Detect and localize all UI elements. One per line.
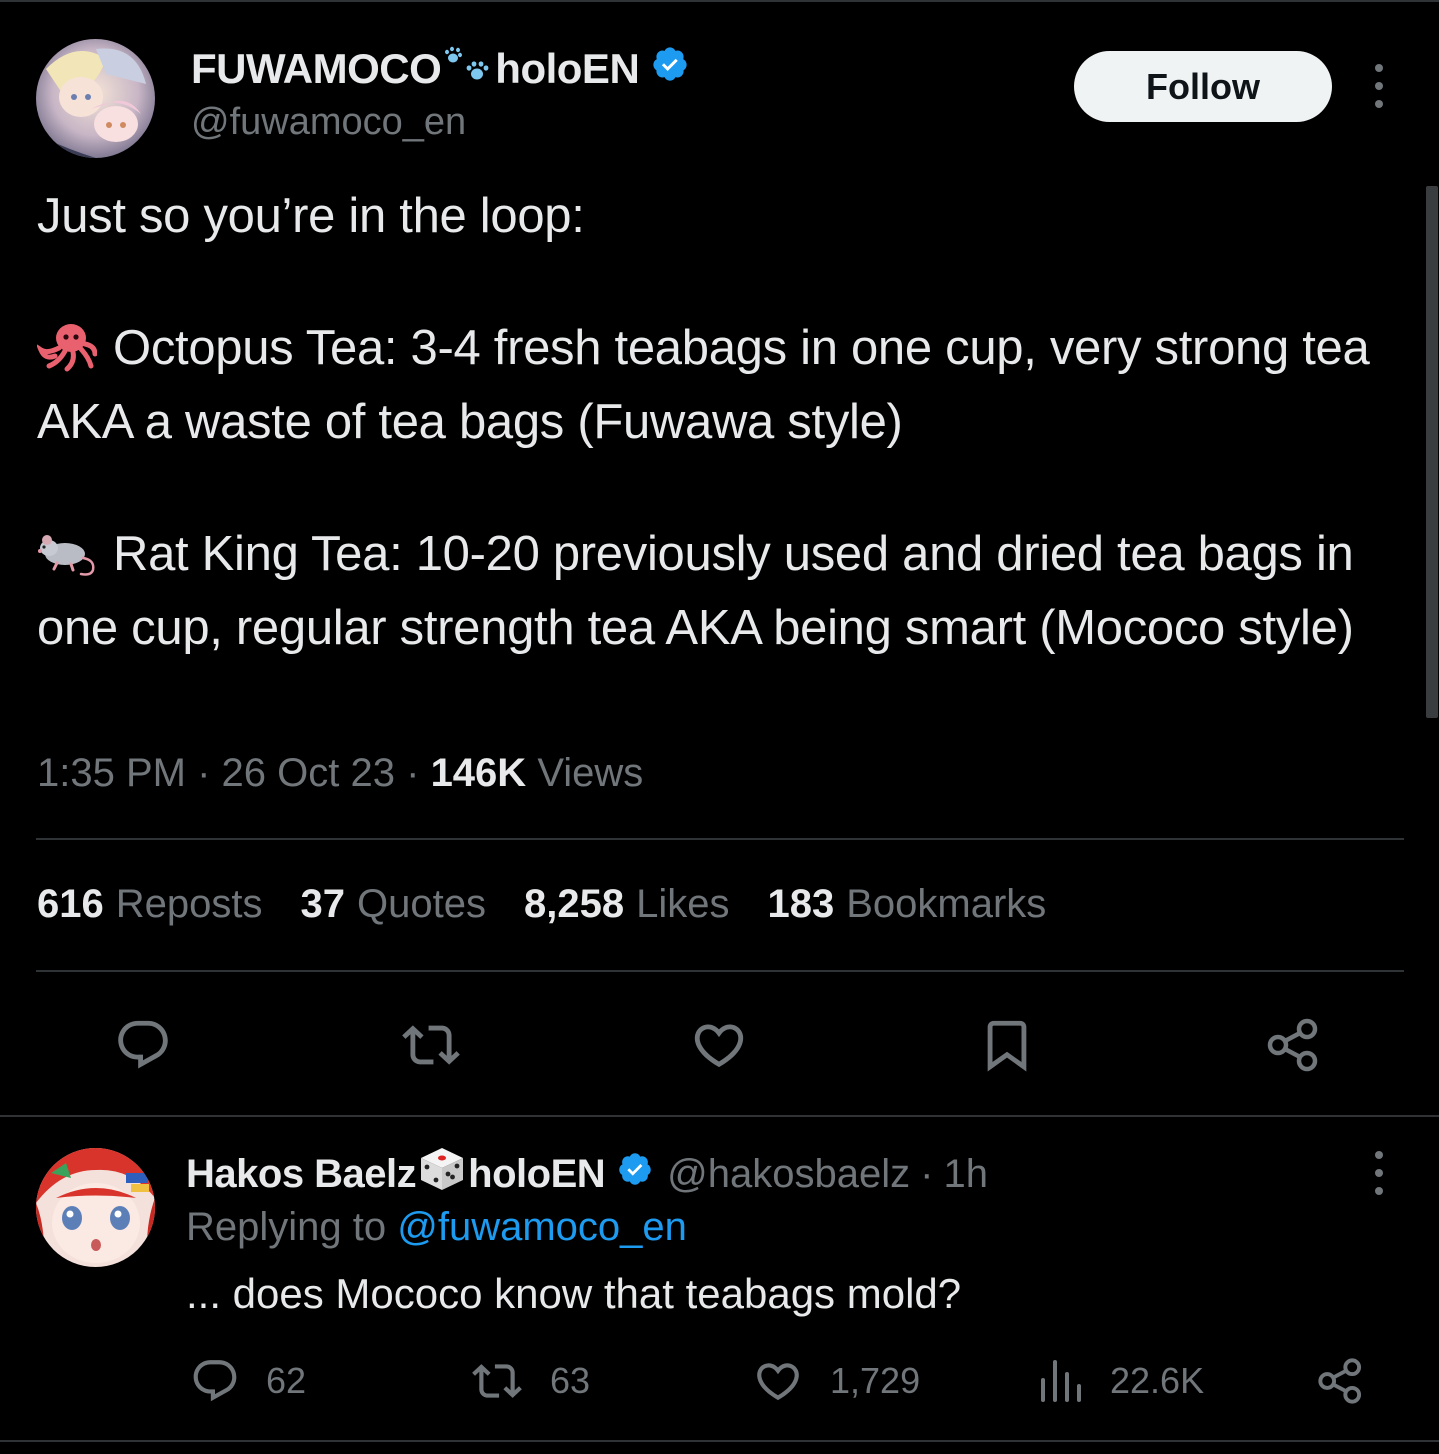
meta-separator: · bbox=[197, 751, 211, 795]
verified-badge-icon[interactable] bbox=[617, 1151, 653, 1197]
repost-icon[interactable] bbox=[400, 1016, 462, 1074]
reply-separator: · bbox=[920, 1151, 934, 1196]
scrollbar[interactable] bbox=[1426, 186, 1438, 718]
reply-replies-button[interactable]: 62 bbox=[190, 1356, 306, 1406]
verified-badge-icon[interactable] bbox=[651, 45, 689, 93]
bookmark-icon[interactable] bbox=[978, 1016, 1036, 1074]
follow-button[interactable]: Follow bbox=[1074, 51, 1332, 122]
bottom-divider bbox=[0, 1440, 1439, 1442]
like-icon[interactable] bbox=[689, 1016, 749, 1074]
section-divider bbox=[0, 1115, 1439, 1117]
reply-likes-count: 1,729 bbox=[830, 1360, 921, 1401]
reply-header: Hakos Baelz holoEN @hakosbaelz · 1h bbox=[186, 1146, 988, 1202]
tweet-text: Just so you’re in the loop: Octopus Tea:… bbox=[35, 183, 1407, 661]
tweet-time[interactable]: 1:35 PM bbox=[37, 751, 186, 795]
replying-to: Replying to @fuwamoco_en bbox=[186, 1205, 687, 1250]
bookmarks-count: 183 bbox=[767, 882, 835, 926]
likes-label: Likes bbox=[636, 882, 730, 926]
reply-icon bbox=[193, 1360, 237, 1402]
views-icon bbox=[1041, 1360, 1081, 1402]
reply-author-handle[interactable]: @hakosbaelz bbox=[667, 1152, 910, 1197]
reply-reposts-count: 63 bbox=[550, 1360, 591, 1401]
reply-more-options-icon[interactable] bbox=[1369, 1148, 1389, 1198]
likes-count: 8,258 bbox=[523, 882, 625, 926]
reply-like-button[interactable]: 1,729 bbox=[752, 1356, 920, 1406]
reply-share-icon[interactable] bbox=[1316, 1356, 1366, 1406]
quotes-stat[interactable]: 37 Quotes bbox=[301, 882, 486, 927]
reply-icon[interactable] bbox=[114, 1016, 172, 1074]
divider bbox=[36, 838, 1404, 840]
octopus-icon bbox=[35, 320, 98, 389]
reply-views-button[interactable]: 22.6K bbox=[1036, 1356, 1204, 1406]
views-count: 146K bbox=[430, 751, 527, 795]
bookmarks-stat[interactable]: 183 Bookmarks bbox=[767, 882, 1046, 927]
repost-icon bbox=[472, 1364, 522, 1398]
tweet-intro: Just so you’re in the loop: bbox=[37, 189, 585, 243]
quotes-label: Quotes bbox=[357, 882, 486, 926]
share-icon[interactable] bbox=[1265, 1016, 1323, 1074]
replying-to-label: Replying to bbox=[186, 1205, 387, 1249]
views-label: Views bbox=[537, 751, 644, 795]
top-divider bbox=[0, 0, 1439, 2]
author-name[interactable]: FUWAMOCO holoEN bbox=[191, 44, 689, 94]
reposts-stat[interactable]: 616 Reposts bbox=[37, 882, 263, 927]
reply-repost-button[interactable]: 63 bbox=[470, 1356, 590, 1406]
reply-author-avatar[interactable] bbox=[36, 1148, 155, 1267]
author-handle[interactable]: @fuwamoco_en bbox=[191, 101, 466, 144]
author-name-prefix: FUWAMOCO bbox=[191, 45, 442, 92]
dice-icon bbox=[418, 1146, 466, 1202]
bookmarks-label: Bookmarks bbox=[846, 882, 1047, 926]
reply-age[interactable]: 1h bbox=[943, 1152, 988, 1197]
author-name-suffix: holoEN bbox=[495, 45, 640, 92]
quotes-count: 37 bbox=[300, 882, 346, 926]
octopus-line-text: Octopus Tea: 3-4 fresh teabags in one cu… bbox=[37, 321, 1370, 449]
reply-name-prefix: Hakos Baelz bbox=[186, 1151, 417, 1196]
reply-replies-count: 62 bbox=[266, 1360, 307, 1401]
reply-text: ... does Mococo know that teabags mold? bbox=[186, 1270, 962, 1317]
tweet-rat-line: Rat King Tea: 10-20 previously used and … bbox=[37, 521, 1407, 661]
tweet-meta: 1:35 PM · 26 Oct 23 · 146K Views bbox=[37, 751, 643, 796]
paw-prints-icon bbox=[443, 44, 493, 94]
reply-name-suffix: holoEN bbox=[468, 1151, 606, 1196]
rat-line-text: Rat King Tea: 10-20 previously used and … bbox=[37, 527, 1354, 655]
rat-icon bbox=[37, 529, 97, 595]
reply-views-count: 22.6K bbox=[1110, 1360, 1205, 1401]
like-icon bbox=[757, 1363, 799, 1401]
reposts-count: 616 bbox=[37, 882, 104, 926]
tweet-octopus-line: Octopus Tea: 3-4 fresh teabags in one cu… bbox=[35, 315, 1407, 455]
reposts-label: Reposts bbox=[115, 882, 263, 926]
engagement-stats: 616 Reposts 37 Quotes 8,258 Likes 183 Bookma… bbox=[37, 882, 1084, 927]
reply-author-name[interactable]: Hakos Baelz holoEN bbox=[186, 1146, 653, 1202]
meta-separator: · bbox=[406, 751, 420, 795]
likes-stat[interactable]: 8,258 Likes bbox=[524, 882, 730, 927]
divider bbox=[36, 970, 1404, 972]
replying-to-mention[interactable]: @fuwamoco_en bbox=[397, 1205, 687, 1249]
more-options-icon[interactable] bbox=[1369, 61, 1389, 111]
author-avatar[interactable] bbox=[36, 39, 155, 158]
tweet-date[interactable]: 26 Oct 23 bbox=[222, 751, 395, 795]
